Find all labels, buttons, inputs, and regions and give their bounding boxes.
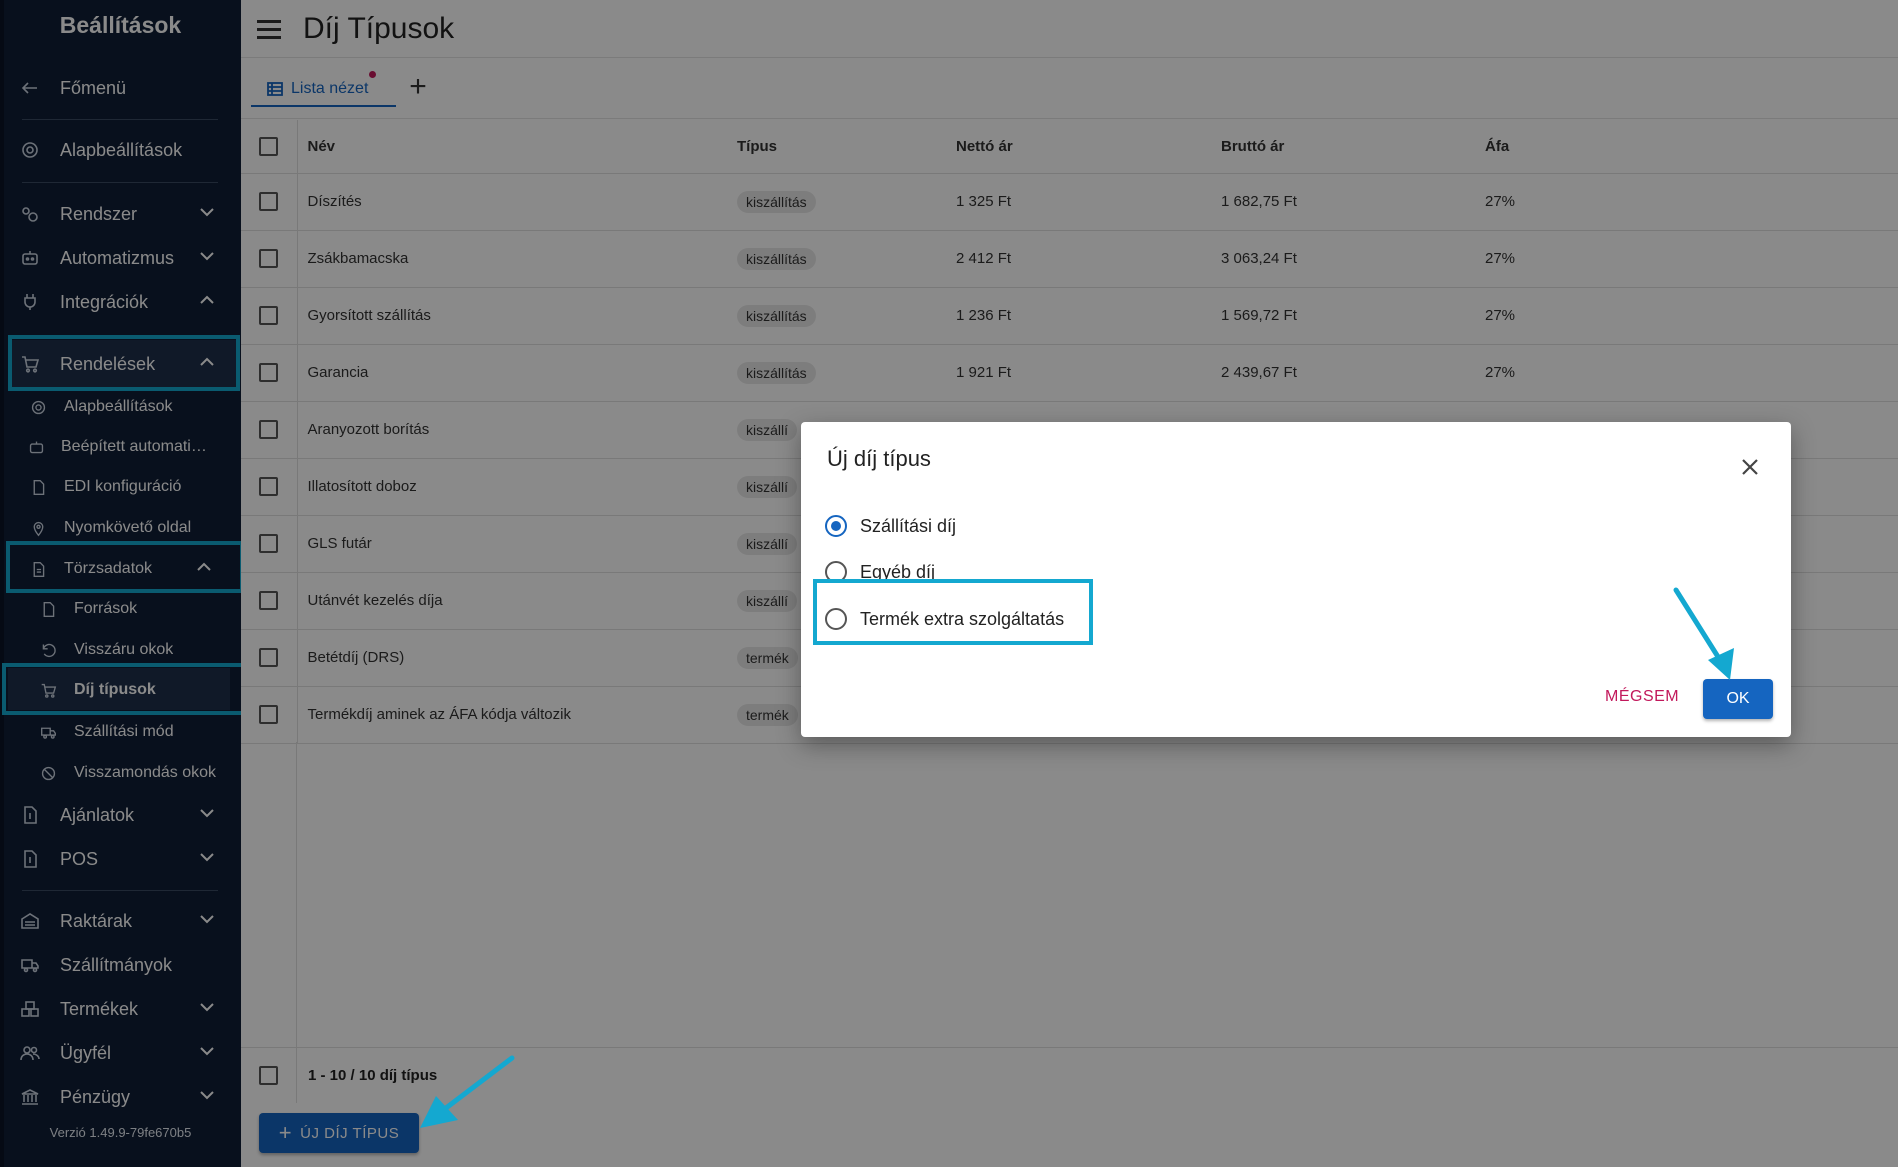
close-icon[interactable] xyxy=(1739,456,1765,482)
annotation-arrow-ok xyxy=(1673,587,1734,680)
radio-option-shipping-fee[interactable]: Szállítási díj xyxy=(825,515,956,537)
highlight-box-product-extra xyxy=(813,579,1093,645)
dialog-title: Új díj típus xyxy=(827,446,931,471)
new-fee-type-dialog: Új díj típus Szállítási díj Egyéb díj Te… xyxy=(801,422,1791,737)
cancel-button[interactable]: MÉGSEM xyxy=(1605,688,1679,706)
radio-button-selected[interactable] xyxy=(825,515,847,537)
radio-label: Szállítási díj xyxy=(860,515,957,536)
annotation-arrow-new-button xyxy=(420,1055,515,1128)
